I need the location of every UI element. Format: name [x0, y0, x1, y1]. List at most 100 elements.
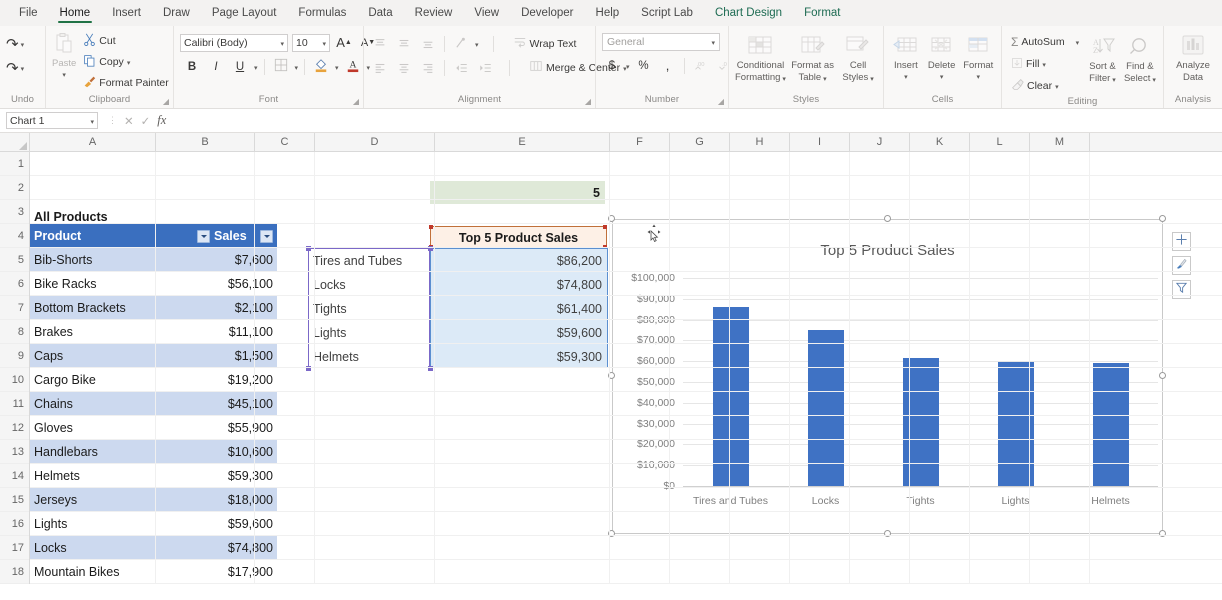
top5-value-cell[interactable]: $59,300 [431, 345, 607, 369]
product-sales-cell[interactable]: $11,100 [214, 325, 277, 339]
increase-decimal-button[interactable]: .00 [691, 56, 711, 75]
product-name-cell[interactable]: Bib-Shorts [30, 253, 214, 267]
ribbon-tab-insert[interactable]: Insert [101, 3, 152, 24]
chevron-down-icon[interactable]: ▾ [977, 73, 981, 81]
alignment-dialog-launcher[interactable]: ◢ [585, 97, 591, 106]
chevron-down-icon[interactable]: ▾ [1152, 76, 1156, 84]
align-left-button[interactable] [370, 58, 390, 77]
ribbon-tab-developer[interactable]: Developer [510, 3, 584, 24]
column-header-B[interactable]: B [156, 133, 255, 151]
top5-values-range[interactable]: $86,200$74,800$61,400$59,600$59,300 [430, 248, 608, 368]
chevron-down-icon[interactable]: ▾ [127, 59, 131, 67]
column-header-A[interactable]: A [30, 133, 156, 151]
top5-value-cell[interactable]: $61,400 [431, 297, 607, 321]
chart-resize-handle-n[interactable] [884, 215, 891, 222]
top-n-cell[interactable]: 5 [430, 181, 605, 204]
increase-font-size-button[interactable]: A▲ [334, 33, 354, 52]
column-header-F[interactable]: F [610, 133, 670, 151]
orientation-button[interactable] [451, 34, 471, 53]
enter-formula-button[interactable]: ✓ [141, 114, 151, 128]
cut-button[interactable]: Cut [80, 31, 171, 51]
table-row[interactable]: Chains$45,100 [30, 392, 277, 416]
column-header-D[interactable]: D [315, 133, 435, 151]
product-sales-cell[interactable]: $19,200 [214, 373, 277, 387]
top5-value-cell[interactable]: $74,800 [431, 273, 607, 297]
row-header-2[interactable]: 2 [0, 176, 29, 200]
chart-elements-button[interactable] [1172, 232, 1191, 251]
align-middle-button[interactable] [394, 34, 414, 53]
chevron-down-icon[interactable]: ▾ [940, 73, 944, 81]
table-row[interactable]: Helmets$59,300 [30, 464, 277, 488]
table-row[interactable]: Handlebars$10,600 [30, 440, 277, 464]
ribbon-tab-view[interactable]: View [463, 3, 510, 24]
chevron-down-icon[interactable]: ▾ [1112, 76, 1116, 84]
product-name-cell[interactable]: Locks [30, 541, 214, 555]
row-header-7[interactable]: 7 [0, 296, 29, 320]
product-name-cell[interactable]: Gloves [30, 421, 214, 435]
chevron-down-icon[interactable]: ▾ [280, 40, 284, 48]
chevron-down-icon[interactable]: ▾ [626, 63, 630, 71]
row-header-18[interactable]: 18 [0, 560, 29, 584]
number-format-select[interactable]: General ▾ [602, 33, 720, 51]
format-as-table-button[interactable]: Format as Table ▾ [790, 31, 835, 83]
row-header-17[interactable]: 17 [0, 536, 29, 560]
chevron-down-icon[interactable]: ▾ [782, 75, 786, 83]
product-sales-cell[interactable]: $18,000 [214, 493, 277, 507]
column-header-K[interactable]: K [910, 133, 970, 151]
redo-button[interactable]: ↷ ▾ [6, 56, 24, 80]
top5-name-cell[interactable]: Helmets [309, 345, 429, 369]
decrease-indent-button[interactable] [451, 58, 471, 77]
row-header-8[interactable]: 8 [0, 320, 29, 344]
undo-button[interactable]: ↷ ▾ [6, 32, 24, 56]
ribbon-tab-home[interactable]: Home [49, 3, 102, 24]
table-row[interactable]: Caps$1,500 [30, 344, 277, 368]
fill-color-button[interactable] [311, 57, 331, 76]
wrap-text-button[interactable]: Wrap Text [510, 34, 580, 54]
chevron-down-icon[interactable]: ▾ [1055, 83, 1059, 91]
top5-names-range[interactable]: Tires and TubesLocksTightsLightsHelmets [308, 248, 430, 368]
column-header-M[interactable]: M [1030, 133, 1090, 151]
product-name-cell[interactable]: Mountain Bikes [30, 565, 214, 579]
chart-filters-button[interactable] [1172, 280, 1191, 299]
chevron-down-icon[interactable]: ▾ [904, 73, 908, 81]
chart-bar[interactable] [1093, 363, 1129, 486]
table-row[interactable]: Gloves$55,900 [30, 416, 277, 440]
column-header-I[interactable]: I [790, 133, 850, 151]
chart-bar[interactable] [713, 307, 749, 486]
product-sales-cell[interactable]: $10,600 [214, 445, 277, 459]
column-header-C[interactable]: C [255, 133, 315, 151]
fill-button[interactable]: Fill ▾ [1008, 54, 1082, 74]
table-row[interactable]: Jerseys$18,000 [30, 488, 277, 512]
row-header-13[interactable]: 13 [0, 440, 29, 464]
table-row[interactable]: Mountain Bikes$17,900 [30, 560, 277, 584]
insert-function-button[interactable]: fx [157, 113, 166, 128]
ribbon-tab-draw[interactable]: Draw [152, 3, 201, 24]
format-painter-button[interactable]: Format Painter [80, 73, 171, 93]
product-sales-cell[interactable]: $45,100 [214, 397, 277, 411]
table-row[interactable]: Locks$74,800 [30, 536, 277, 560]
table-row[interactable]: Bib-Shorts$7,600 [30, 248, 277, 272]
chevron-down-icon[interactable]: ▾ [21, 65, 25, 73]
product-sales-cell[interactable]: $59,600 [214, 517, 277, 531]
underline-button[interactable]: U [230, 57, 250, 76]
column-header-L[interactable]: L [970, 133, 1030, 151]
chevron-down-icon[interactable]: ▾ [295, 64, 299, 72]
borders-button[interactable] [271, 57, 291, 76]
ribbon-tab-format[interactable]: Format [793, 3, 851, 24]
font-dialog-launcher[interactable]: ◢ [353, 97, 359, 106]
clear-button[interactable]: Clear ▾ [1008, 76, 1082, 96]
chevron-down-icon[interactable]: ▾ [475, 41, 479, 49]
ribbon-tab-help[interactable]: Help [585, 3, 631, 24]
autosum-button[interactable]: Σ AutoSum ▾ [1008, 32, 1082, 52]
italic-button[interactable]: I [206, 57, 226, 76]
chevron-down-icon[interactable]: ▾ [62, 71, 66, 79]
product-name-cell[interactable]: Cargo Bike [30, 373, 214, 387]
ribbon-tab-data[interactable]: Data [357, 3, 403, 24]
cell-styles-button[interactable]: Cell Styles ▾ [839, 31, 877, 83]
font-size-input[interactable]: 10 ▾ [292, 34, 330, 52]
number-dialog-launcher[interactable]: ◢ [718, 97, 724, 106]
product-name-cell[interactable]: Bike Racks [30, 277, 214, 291]
name-box[interactable]: Chart 1 ▾ [6, 112, 98, 129]
top5-name-cell[interactable]: Locks [309, 273, 429, 297]
table-row[interactable]: Bottom Brackets$2,100 [30, 296, 277, 320]
